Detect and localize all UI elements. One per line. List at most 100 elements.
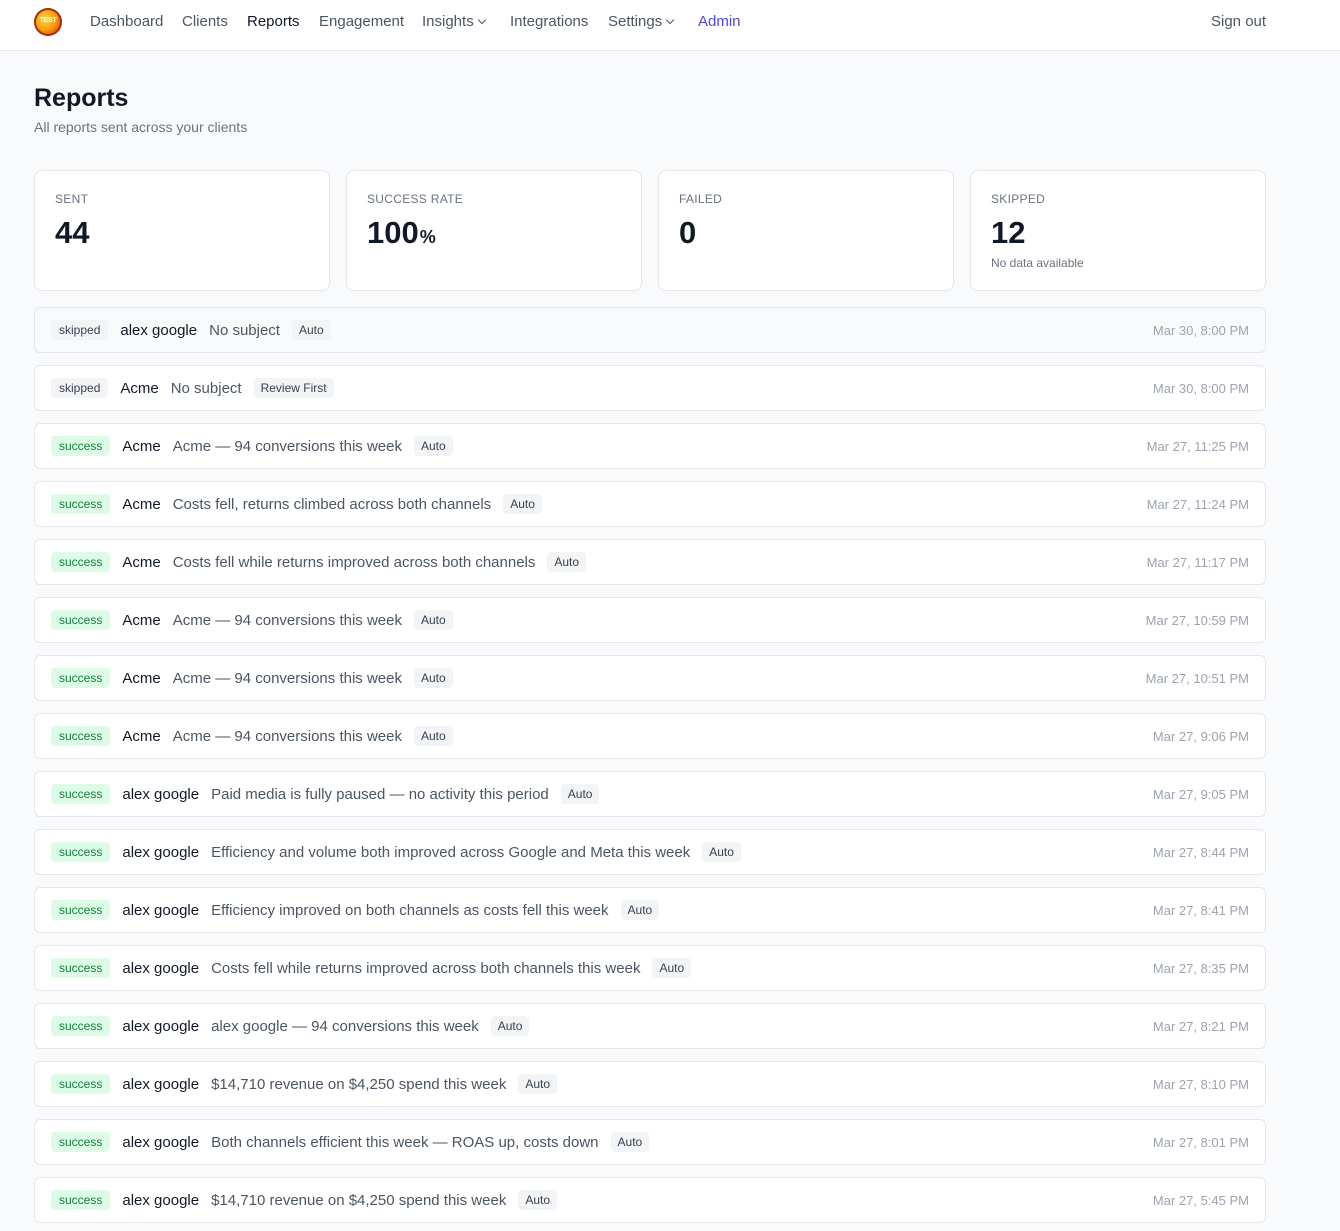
report-row[interactable]: success alex google Both channels efficien… xyxy=(34,1119,1266,1165)
nav-integrations[interactable]: Integrations xyxy=(510,13,588,31)
status-badge: success xyxy=(51,726,111,746)
timestamp: Mar 27, 5:45 PM xyxy=(1152,1192,1249,1208)
stat-value: 0 xyxy=(679,215,696,251)
client-name: alex google xyxy=(122,785,200,803)
status-badge: skipped xyxy=(51,378,109,398)
report-row[interactable]: success alex google $14,710 revenue on $4,… xyxy=(34,1177,1266,1223)
timestamp: Mar 27, 10:59 PM xyxy=(1145,612,1249,628)
status-badge: success xyxy=(51,958,111,978)
report-row[interactable]: success Acme Acme — 94 conversions this we… xyxy=(34,713,1266,759)
nav-insights[interactable]: Insights xyxy=(422,13,486,31)
status-badge: success xyxy=(51,436,111,456)
report-row[interactable]: success alex google Costs fell while retur… xyxy=(34,945,1266,991)
report-row[interactable]: success alex google Efficiency improved on… xyxy=(34,887,1266,933)
report-subject: No subject xyxy=(170,379,242,397)
report-row[interactable]: success alex google Efficiency and volume … xyxy=(34,829,1266,875)
stat-unit: % xyxy=(419,227,436,247)
client-name: Acme xyxy=(122,727,161,745)
report-subject: Acme — 94 conversions this week xyxy=(172,437,402,455)
logo-text: TEST xyxy=(39,17,57,24)
mode-badge: Auto xyxy=(413,726,453,746)
timestamp: Mar 27, 8:44 PM xyxy=(1152,844,1249,860)
client-name: alex google xyxy=(122,901,200,919)
report-row[interactable]: success alex google alex google — 94 conve… xyxy=(34,1003,1266,1049)
report-subject: Acme — 94 conversions this week xyxy=(172,727,402,745)
mode-badge: Review First xyxy=(253,378,334,398)
mode-badge: Auto xyxy=(560,784,600,804)
timestamp: Mar 27, 8:35 PM xyxy=(1152,960,1249,976)
report-subject: Both channels efficient this week — ROAS… xyxy=(211,1133,599,1151)
mode-badge: Auto xyxy=(702,842,741,862)
client-name: Acme xyxy=(122,611,161,629)
client-name: alex google xyxy=(122,843,200,861)
stat-label: SUCCESS RATE xyxy=(367,192,464,206)
status-badge: success xyxy=(51,1016,111,1036)
stat-value: 12 xyxy=(991,215,1025,251)
client-name: Acme xyxy=(122,669,161,687)
client-name: alex google xyxy=(120,321,198,339)
timestamp: Mar 27, 9:05 PM xyxy=(1152,786,1249,802)
stat-number: 0 xyxy=(679,215,697,250)
report-row[interactable]: success Acme Acme — 94 conversions this we… xyxy=(34,597,1266,643)
report-row[interactable]: success Acme Costs fell, returns climbed a… xyxy=(34,481,1266,527)
status-badge: success xyxy=(51,784,111,804)
report-row[interactable]: success alex google $14,710 revenue on $4,… xyxy=(34,1061,1266,1107)
mode-badge: Auto xyxy=(413,436,453,456)
stat-card-sent: SENT 44 xyxy=(34,170,330,291)
timestamp: Mar 27, 11:25 PM xyxy=(1146,438,1249,454)
nav-settings-label: Settings xyxy=(608,13,663,30)
timestamp: Mar 27, 8:10 PM xyxy=(1152,1076,1249,1092)
report-row[interactable]: success Acme Acme — 94 conversions this we… xyxy=(34,423,1266,469)
stat-label: FAILED xyxy=(679,192,723,206)
status-badge: success xyxy=(51,1074,111,1094)
status-badge: success xyxy=(51,610,111,630)
timestamp: Mar 27, 11:17 PM xyxy=(1146,554,1249,570)
status-badge: success xyxy=(51,842,111,862)
mode-badge: Auto xyxy=(652,958,692,978)
client-name: Acme xyxy=(120,379,159,397)
nav-insights-label: Insights xyxy=(422,13,474,30)
mode-badge: Auto xyxy=(413,668,453,688)
report-subject: No subject xyxy=(209,321,280,339)
mode-badge: Auto xyxy=(547,552,587,572)
mode-badge: Auto xyxy=(413,610,453,630)
nav-dashboard[interactable]: Dashboard xyxy=(90,13,163,31)
client-name: alex google xyxy=(122,1017,200,1035)
stat-card-failed: FAILED 0 xyxy=(658,170,954,291)
nav-engagement[interactable]: Engagement xyxy=(319,13,404,31)
page-subtitle: All reports sent across your clients xyxy=(34,119,248,135)
nav-admin[interactable]: Admin xyxy=(698,13,741,31)
page-title: Reports xyxy=(34,84,129,112)
stat-value: 100% xyxy=(367,215,436,251)
report-row[interactable]: skipped alex google No subject Auto Mar 30, … xyxy=(34,307,1266,353)
client-name: Acme xyxy=(122,553,161,571)
logo[interactable]: TEST xyxy=(34,8,62,36)
report-subject: Costs fell while returns improved across… xyxy=(211,959,641,977)
stat-card-skipped: SKIPPED 12 No data available xyxy=(970,170,1266,291)
report-row[interactable]: skipped Acme No subject Review First Mar 30,… xyxy=(34,365,1266,411)
stat-label: SENT xyxy=(55,192,89,206)
nav-reports[interactable]: Reports xyxy=(247,13,300,31)
report-row[interactable]: success Acme Acme — 94 conversions this we… xyxy=(34,655,1266,701)
stat-number: 12 xyxy=(991,215,1026,250)
status-badge: skipped xyxy=(51,320,109,340)
report-subject: Costs fell, returns climbed across both … xyxy=(172,495,492,513)
report-subject: $14,710 revenue on $4,250 spend this wee… xyxy=(211,1075,507,1093)
stat-note: No data available xyxy=(991,256,1084,270)
status-badge: success xyxy=(51,494,111,514)
report-row[interactable]: success Acme Costs fell while returns impr… xyxy=(34,539,1266,585)
report-subject: Acme — 94 conversions this week xyxy=(172,669,402,687)
nav-clients[interactable]: Clients xyxy=(182,13,228,31)
nav-settings[interactable]: Settings xyxy=(608,13,675,31)
stat-label: SKIPPED xyxy=(991,192,1046,206)
stat-card-success-rate: SUCCESS RATE 100% xyxy=(346,170,642,291)
mode-badge: Auto xyxy=(490,1016,530,1036)
report-row[interactable]: success alex google Paid media is fully pa… xyxy=(34,771,1266,817)
report-subject: Efficiency improved on both channels as … xyxy=(211,901,609,919)
timestamp: Mar 27, 11:24 PM xyxy=(1146,496,1249,512)
mode-badge: Auto xyxy=(503,494,542,514)
mode-badge: Auto xyxy=(291,320,331,340)
sign-out-link[interactable]: Sign out xyxy=(1211,13,1266,31)
status-badge: success xyxy=(51,900,111,920)
client-name: alex google xyxy=(122,959,200,977)
